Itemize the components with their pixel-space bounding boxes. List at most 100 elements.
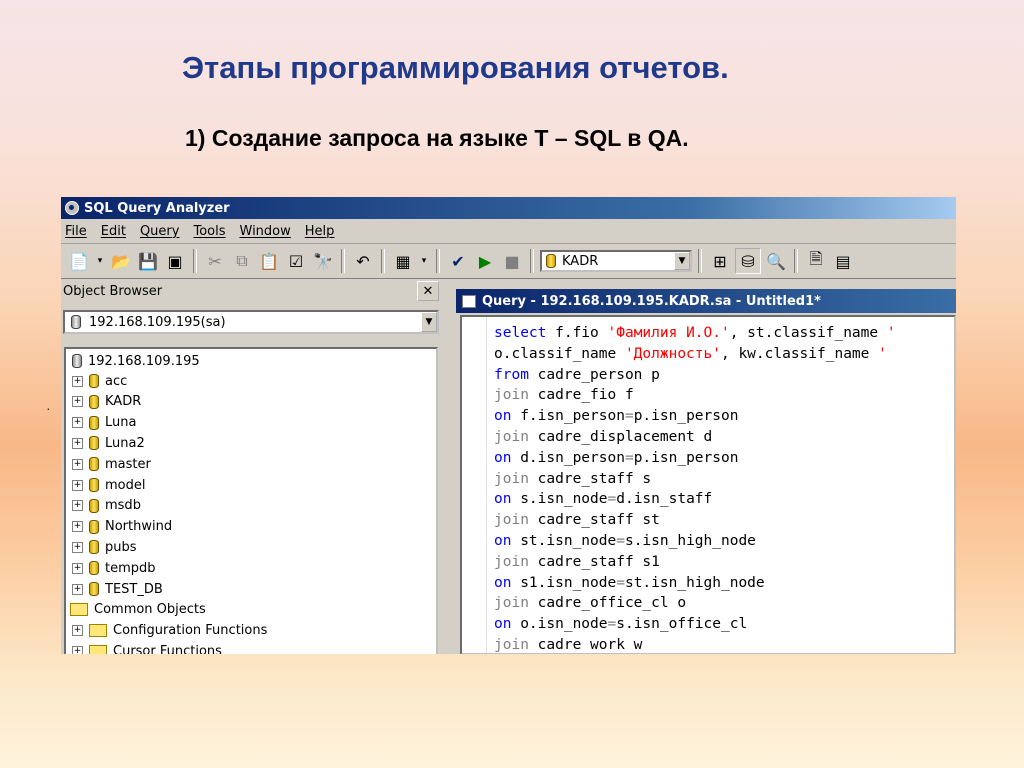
new-query-icon[interactable]: 📄 bbox=[67, 249, 91, 273]
menu-help[interactable]: Help bbox=[305, 224, 335, 239]
expand-icon[interactable]: + bbox=[72, 624, 83, 636]
menubar: File Edit Query Tools Window Help bbox=[61, 219, 956, 244]
code-line: on f.isn_person=p.isn_person bbox=[494, 406, 896, 427]
find-icon[interactable]: 🔭 bbox=[311, 249, 335, 273]
tree-item-label: tempdb bbox=[105, 560, 156, 576]
tree-item-database[interactable]: + model bbox=[72, 475, 145, 495]
tree-item-database[interactable]: + pubs bbox=[72, 537, 137, 557]
tree-root[interactable]: 192.168.109.195 bbox=[72, 351, 200, 371]
code-line: on d.isn_person=p.isn_person bbox=[494, 448, 896, 469]
expand-icon[interactable]: + bbox=[72, 500, 83, 512]
menu-window[interactable]: Window bbox=[240, 224, 291, 239]
folder-icon bbox=[89, 644, 107, 654]
code-token: = bbox=[607, 616, 617, 633]
expand-icon[interactable]: + bbox=[72, 479, 83, 491]
code-token: s.isn_office_cl bbox=[616, 616, 748, 633]
database-icon bbox=[89, 457, 99, 472]
tree-item-database[interactable]: + Luna bbox=[72, 413, 136, 433]
cancel-query-icon[interactable]: ■ bbox=[500, 249, 524, 273]
tree-item-common-objects[interactable]: Common Objects bbox=[70, 599, 206, 619]
code-token: on bbox=[494, 574, 512, 591]
code-line: on s.isn_node=d.isn_staff bbox=[494, 489, 896, 510]
save-icon[interactable]: 💾 bbox=[136, 249, 160, 273]
code-token: cadre_staff s bbox=[528, 470, 652, 487]
undo-icon[interactable]: ↶ bbox=[351, 249, 375, 273]
show-results-pane-icon[interactable]: ▤ bbox=[831, 249, 855, 273]
tree-item-database[interactable]: + Luna2 bbox=[72, 433, 145, 453]
tree-item-label: Configuration Functions bbox=[113, 622, 268, 638]
server-combo[interactable]: 192.168.109.195(sa) ▼ bbox=[63, 310, 439, 334]
chevron-down-icon[interactable]: ▼ bbox=[421, 312, 437, 332]
cut-icon[interactable]: ✂ bbox=[203, 249, 227, 273]
menu-query[interactable]: Query bbox=[140, 224, 180, 239]
close-icon[interactable]: ✕ bbox=[417, 281, 439, 301]
code-token: s.isn_node bbox=[511, 491, 608, 508]
query-editor[interactable]: select f.fio 'Фамилия И.О.', st.classif_… bbox=[460, 315, 956, 654]
code-token: on bbox=[494, 532, 512, 549]
object-search-icon[interactable]: 🔍 bbox=[764, 249, 788, 273]
expand-icon[interactable]: + bbox=[72, 583, 83, 595]
tree-item-label: KADR bbox=[105, 394, 142, 410]
query-window-titlebar[interactable]: Query - 192.168.109.195.KADR.sa - Untitl… bbox=[456, 289, 956, 313]
expand-icon[interactable]: + bbox=[72, 521, 83, 533]
code-token: = bbox=[607, 491, 617, 508]
database-icon bbox=[89, 394, 99, 409]
database-icon bbox=[89, 478, 99, 492]
folder-icon bbox=[70, 602, 88, 616]
query-window-title: Query - 192.168.109.195.KADR.sa - Untitl… bbox=[482, 293, 821, 309]
tree-item-database[interactable]: + tempdb bbox=[72, 558, 156, 578]
results-grid-icon[interactable]: ▦ bbox=[391, 249, 415, 273]
menu-file[interactable]: File bbox=[65, 224, 87, 239]
code-line: o.classif_name 'Должность', kw.classif_n… bbox=[494, 344, 896, 365]
menu-tools[interactable]: Tools bbox=[193, 224, 225, 239]
code-token: st.isn_node bbox=[511, 532, 617, 549]
code-token: o.isn_node bbox=[511, 616, 608, 633]
tree-item-database[interactable]: + acc bbox=[72, 371, 127, 391]
toolbar: 📄 ▾ 📂 💾 ▣ ✂ ⧉ 📋 ☑ 🔭 ↶ ▦ ▾ ✔ ▶ ■ KADR ▼ ⊞… bbox=[61, 244, 956, 279]
object-browser-toggle-icon[interactable]: ⛁ bbox=[735, 248, 761, 274]
code-token: cadre_office_cl o bbox=[528, 595, 687, 612]
code-token: join bbox=[494, 553, 529, 570]
tree-item-database[interactable]: + KADR bbox=[72, 392, 141, 412]
code-token: p.isn_person bbox=[633, 408, 739, 425]
code-line: select f.fio 'Фамилия И.О.', st.classif_… bbox=[494, 323, 896, 344]
code-token: join bbox=[494, 470, 529, 487]
clear-window-icon[interactable]: ☑ bbox=[284, 249, 308, 273]
expand-icon[interactable]: + bbox=[72, 541, 83, 553]
server-combo-value: 192.168.109.195(sa) bbox=[89, 314, 226, 330]
expand-icon[interactable]: + bbox=[72, 417, 83, 429]
tree-item-database[interactable]: + TEST_DB bbox=[72, 579, 163, 599]
database-select[interactable]: KADR ▼ bbox=[540, 250, 692, 272]
paste-icon[interactable]: 📋 bbox=[257, 249, 281, 273]
tree-item-database[interactable]: + Northwind bbox=[72, 517, 172, 537]
chevron-down-icon[interactable]: ▼ bbox=[674, 252, 690, 270]
code-token: join bbox=[494, 428, 529, 445]
open-folder-icon[interactable]: 📂 bbox=[109, 249, 133, 273]
tree-item-database[interactable]: + master bbox=[72, 454, 151, 474]
execution-plan-icon[interactable]: ⊞ bbox=[708, 249, 732, 273]
parse-query-icon[interactable]: ✔ bbox=[446, 249, 470, 273]
expand-icon[interactable]: + bbox=[72, 562, 83, 574]
expand-icon[interactable]: + bbox=[72, 375, 83, 387]
current-connection-properties-icon[interactable]: 🗎 bbox=[804, 249, 828, 273]
tree-item-database[interactable]: + msdb bbox=[72, 496, 141, 516]
code-token: select bbox=[494, 325, 547, 341]
database-icon bbox=[89, 436, 99, 451]
tree-item-cursor-functions[interactable]: + Cursor Functions bbox=[72, 641, 222, 654]
execute-query-icon[interactable]: ▶ bbox=[473, 249, 497, 273]
expand-icon[interactable]: + bbox=[72, 437, 83, 449]
code-line: join cadre_staff s bbox=[494, 469, 896, 490]
expand-icon[interactable]: + bbox=[72, 645, 83, 654]
insert-template-icon[interactable]: ▣ bbox=[163, 249, 187, 273]
menu-edit[interactable]: Edit bbox=[101, 224, 126, 239]
expand-icon[interactable]: + bbox=[72, 458, 83, 470]
bullet-dot: · bbox=[46, 400, 51, 416]
expand-icon[interactable]: + bbox=[72, 396, 83, 408]
code-token: join bbox=[494, 387, 529, 404]
copy-icon[interactable]: ⧉ bbox=[230, 249, 254, 273]
results-dropdown-icon[interactable]: ▾ bbox=[418, 249, 430, 273]
tree-item-configuration-functions[interactable]: + Configuration Functions bbox=[72, 620, 267, 640]
tree-item-label: master bbox=[105, 456, 151, 472]
window-titlebar[interactable]: SQL Query Analyzer bbox=[61, 197, 956, 219]
new-dropdown-icon[interactable]: ▾ bbox=[94, 249, 106, 273]
